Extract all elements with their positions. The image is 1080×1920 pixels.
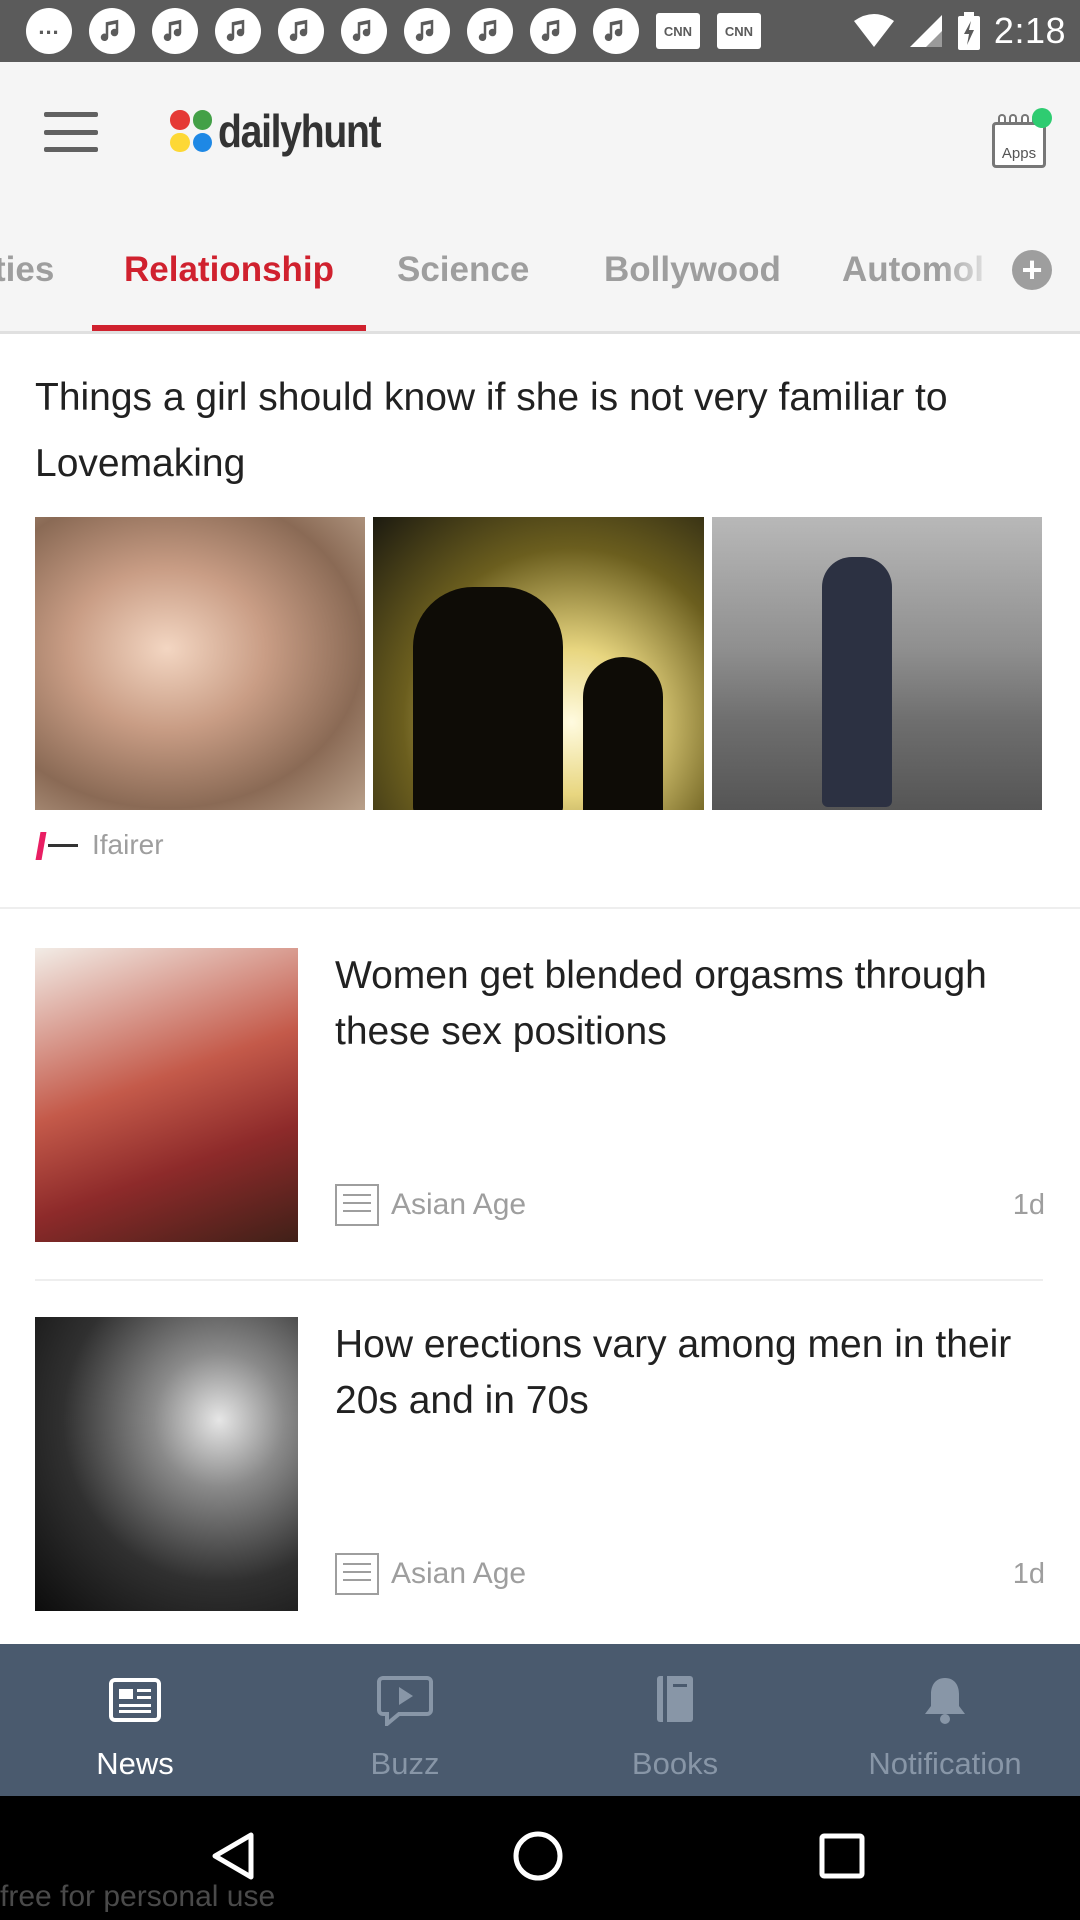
newspaper-logo-icon: [335, 1553, 379, 1595]
tab-relationship[interactable]: Relationship: [124, 250, 334, 290]
app-bar: dailyhunt Apps: [0, 62, 1080, 208]
story-item[interactable]: How erections vary among men in their 20…: [35, 1317, 1045, 1611]
book-icon: [647, 1672, 703, 1728]
music-note-icon: [152, 8, 198, 54]
music-note-icon: [530, 8, 576, 54]
add-category-icon[interactable]: +: [1012, 250, 1052, 290]
source-name: Ifairer: [92, 829, 164, 860]
story-title[interactable]: How erections vary among men in their 20…: [335, 1317, 1025, 1429]
hamburger-menu-icon[interactable]: [44, 112, 98, 152]
clock: 2:18: [993, 10, 1066, 51]
story-item[interactable]: Women get blended orgasms through these …: [35, 948, 1045, 1242]
bottom-navigation: News Buzz Books Notification: [0, 1644, 1080, 1796]
cnn-icon: CNN: [717, 13, 761, 49]
tab-bollywood[interactable]: Bollywood: [604, 250, 781, 290]
back-icon[interactable]: [204, 1826, 264, 1886]
apps-label: Apps: [1001, 145, 1037, 162]
category-tabs: ties Relationship Science Bollywood Auto…: [0, 208, 1080, 334]
new-indicator-dot: [1032, 108, 1052, 128]
nav-books[interactable]: Books: [540, 1644, 810, 1796]
source-name: Asian Age: [391, 1188, 527, 1221]
signal-icon: [909, 15, 942, 47]
battery-charging-icon: [957, 12, 980, 50]
nav-buzz[interactable]: Buzz: [270, 1644, 540, 1796]
tab-cities[interactable]: ties: [0, 250, 54, 290]
nav-label: Buzz: [370, 1746, 440, 1781]
notification-icons: ... CNN CNN: [26, 8, 761, 54]
active-tab-indicator: [92, 325, 366, 331]
play-bubble-icon: [377, 1672, 433, 1728]
music-note-icon: [341, 8, 387, 54]
story-thumbnail: [35, 1317, 298, 1611]
story-image: [35, 517, 366, 810]
tab-science[interactable]: Science: [397, 250, 529, 290]
story-thumbnail: [35, 948, 298, 1242]
wifi-icon: [853, 14, 894, 47]
apps-button[interactable]: Apps: [988, 108, 1052, 170]
news-feed[interactable]: Things a girl should know if she is not …: [0, 337, 1080, 1644]
music-note-icon: [89, 8, 135, 54]
nav-label: News: [96, 1746, 174, 1781]
story-image: [373, 517, 704, 810]
story-age: 1d: [1012, 1189, 1045, 1221]
story-image: [711, 517, 1042, 810]
watermark-text: free for personal use: [0, 1880, 276, 1913]
featured-image-gallery[interactable]: [35, 517, 1042, 810]
story-source: Asian Age: [335, 1184, 526, 1226]
home-icon[interactable]: [508, 1826, 568, 1886]
music-note-icon: [404, 8, 450, 54]
music-note-icon: [215, 8, 261, 54]
story-age: 1d: [1012, 1558, 1045, 1590]
featured-source: Ifairer: [35, 829, 164, 861]
recents-icon[interactable]: [812, 1826, 872, 1886]
music-note-icon: [593, 8, 639, 54]
story-title[interactable]: Women get blended orgasms through these …: [335, 948, 1025, 1060]
bell-icon: [917, 1672, 973, 1728]
divider: [0, 907, 1080, 909]
music-note-icon: [278, 8, 324, 54]
chat-bubble-icon: ...: [26, 8, 72, 54]
system-navigation-bar: free for personal use: [0, 1796, 1080, 1920]
source-name: Asian Age: [391, 1557, 527, 1590]
divider: [35, 1279, 1043, 1281]
newspaper-icon: [107, 1672, 163, 1728]
dailyhunt-logo: dailyhunt: [170, 104, 409, 158]
logo-text: dailyhunt: [218, 105, 382, 157]
nav-label: Notification: [868, 1746, 1022, 1781]
featured-story-title[interactable]: Things a girl should know if she is not …: [35, 365, 1045, 497]
nav-label: Books: [631, 1746, 719, 1781]
story-source: Asian Age: [335, 1553, 526, 1595]
music-note-icon: [467, 8, 513, 54]
nav-notification[interactable]: Notification: [810, 1644, 1080, 1796]
status-bar: ... CNN CNN 2:18: [0, 0, 1080, 62]
newspaper-logo-icon: [335, 1184, 379, 1226]
ifairer-logo: [35, 830, 78, 860]
cnn-icon: CNN: [656, 13, 700, 49]
logo-dots-icon: [170, 110, 212, 152]
nav-news[interactable]: News: [0, 1644, 270, 1796]
